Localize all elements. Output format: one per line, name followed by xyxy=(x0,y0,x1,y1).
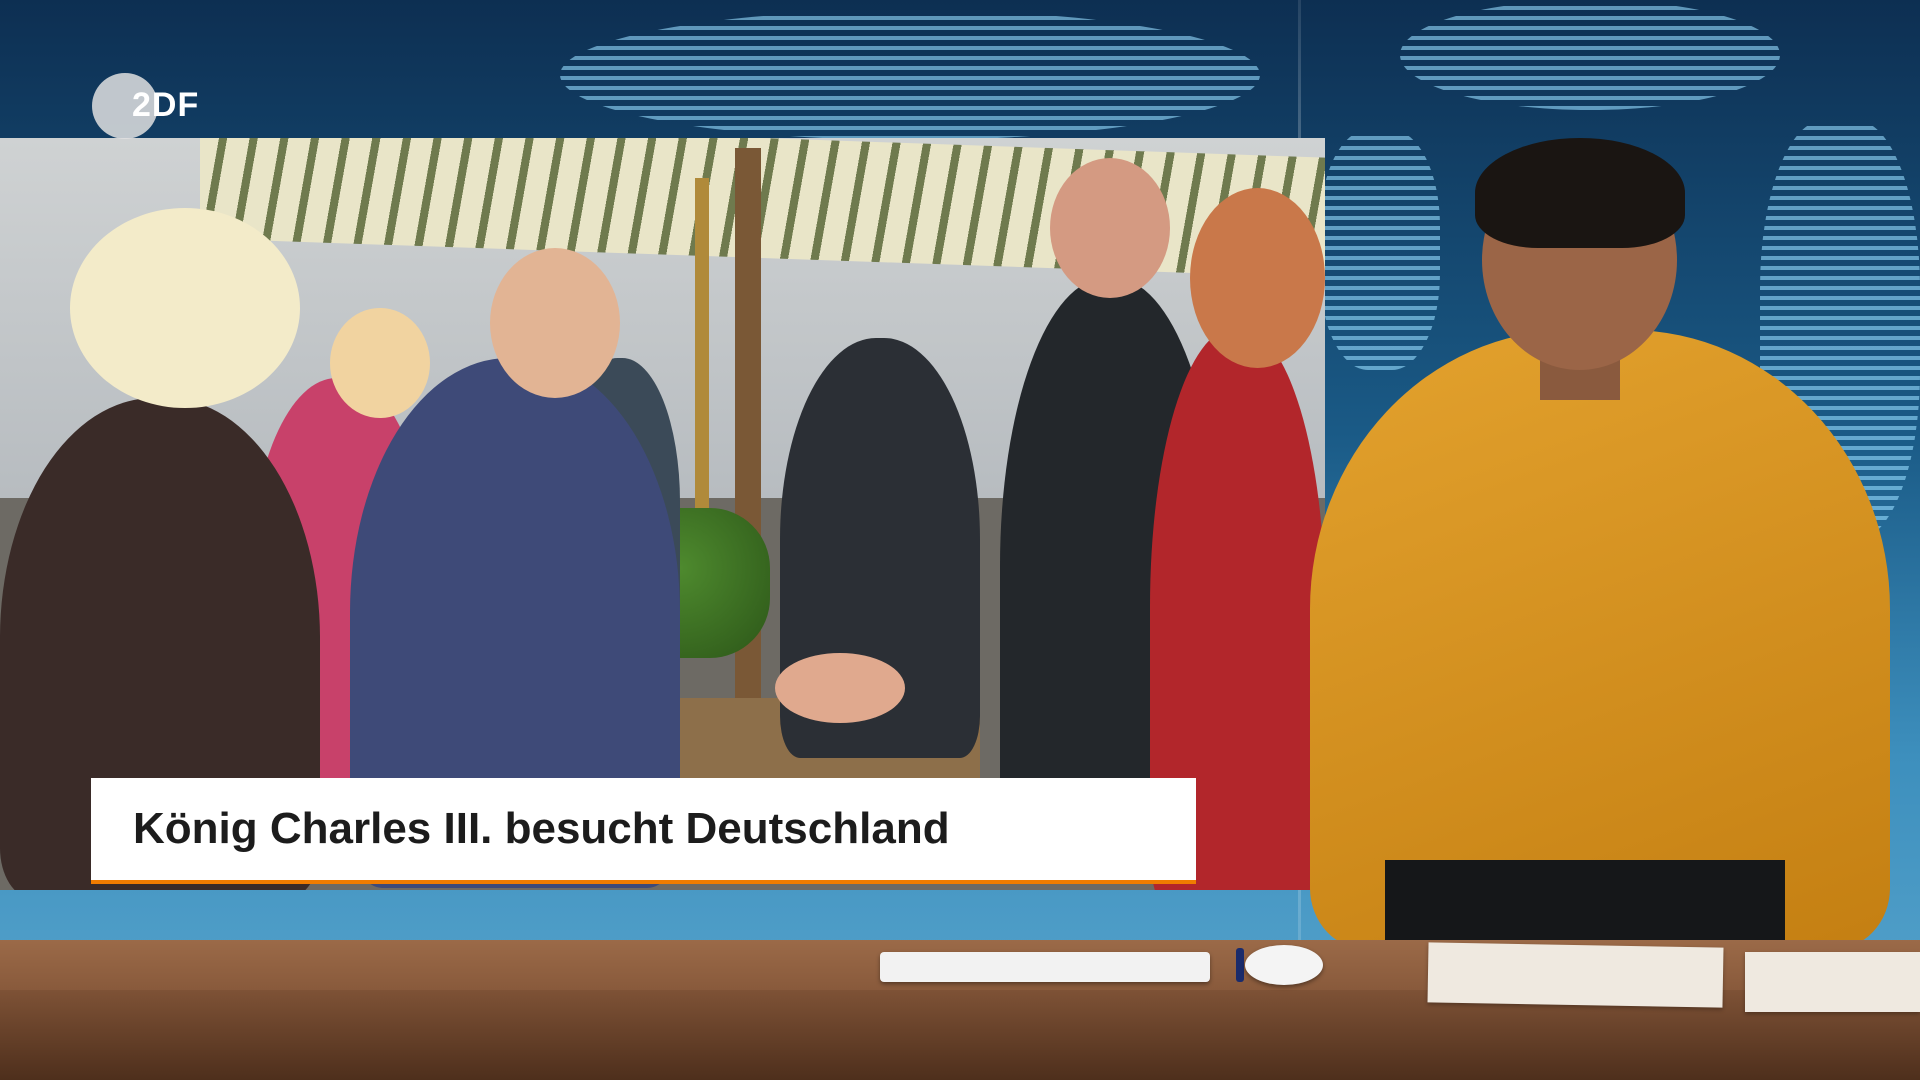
stall-pole xyxy=(695,178,709,558)
news-presenter xyxy=(1270,70,1910,960)
crowd-person-head xyxy=(330,308,430,418)
script-papers xyxy=(1427,942,1724,1008)
computer-mouse xyxy=(1245,945,1323,985)
world-map-graphic xyxy=(560,10,1260,140)
pen xyxy=(1236,948,1244,982)
lower-third-banner: König Charles III. besucht Deutschland xyxy=(91,778,1196,884)
channel-logo: 2DF xyxy=(92,72,198,140)
vendor-man-head xyxy=(1050,158,1170,298)
presenter-blouse xyxy=(1310,330,1890,950)
logo-text: 2DF xyxy=(132,86,200,124)
man-in-suit-head xyxy=(490,248,620,398)
keyboard xyxy=(880,952,1210,982)
stall-pole xyxy=(735,148,761,768)
handshake xyxy=(775,653,905,723)
presenter-hair xyxy=(1475,138,1685,248)
headline-text: König Charles III. besucht Deutschland xyxy=(133,804,950,853)
woman-left-head xyxy=(70,208,300,408)
script-papers xyxy=(1745,952,1920,1012)
